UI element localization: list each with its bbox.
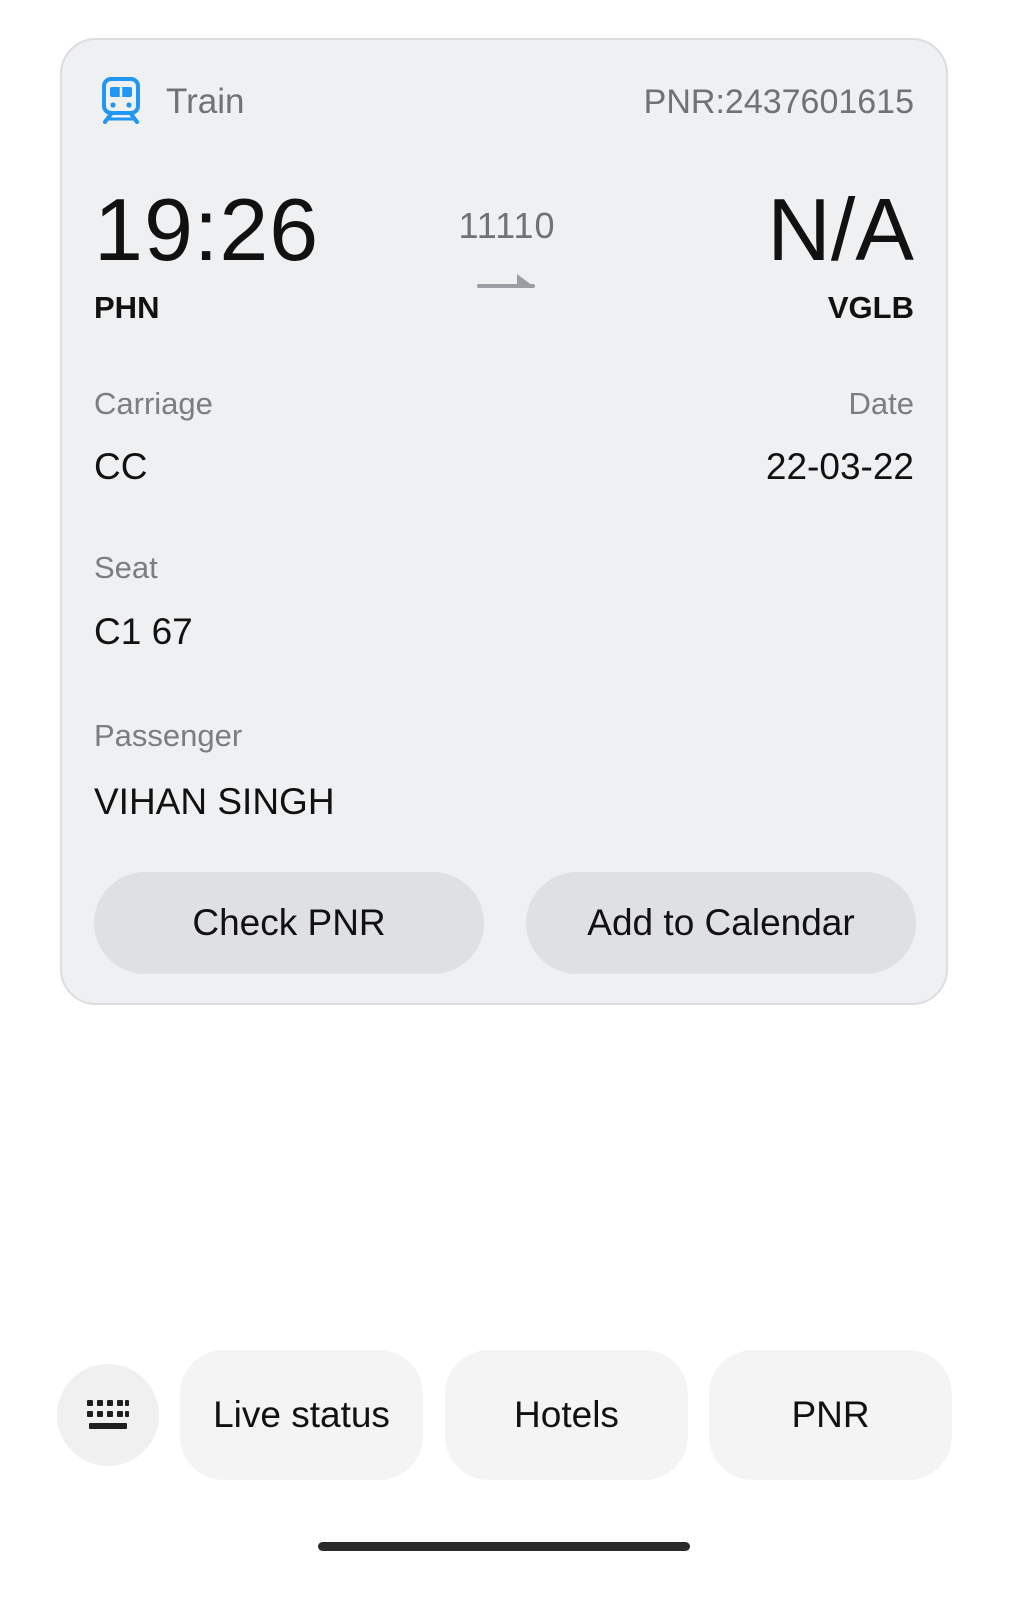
carriage-label: Carriage [94,386,213,421]
live-status-chip[interactable]: Live status [180,1350,423,1480]
arrow-right-icon [477,274,535,288]
seat-value: C1 67 [94,611,193,652]
home-indicator[interactable] [318,1542,690,1551]
train-ticket-card: Train PNR:2437601615 19:26 11110 N/A PHN… [60,38,948,1005]
check-pnr-button[interactable]: Check PNR [94,872,484,974]
keyboard-button[interactable] [57,1364,159,1466]
keyboard-icon [87,1400,129,1429]
origin-station-code: PHN [94,290,160,325]
pnr-chip[interactable]: PNR [709,1350,952,1480]
pnr-number: PNR:2437601615 [643,83,914,121]
train-icon [102,77,140,124]
arrival-time: N/A [767,180,914,279]
ticket-type-label: Train [166,82,245,121]
hotels-chip[interactable]: Hotels [445,1350,688,1480]
train-number: 11110 [458,205,556,246]
passenger-label: Passenger [94,718,243,753]
date-value: 22-03-22 [765,446,914,487]
seat-label: Seat [94,550,158,585]
add-to-calendar-button[interactable]: Add to Calendar [526,872,916,974]
destination-station-code: VGLB [827,290,914,325]
date-label: Date [848,386,914,421]
passenger-value: VIHAN SINGH [94,781,335,822]
departure-time: 19:26 [94,180,320,279]
carriage-value: CC [94,446,148,487]
